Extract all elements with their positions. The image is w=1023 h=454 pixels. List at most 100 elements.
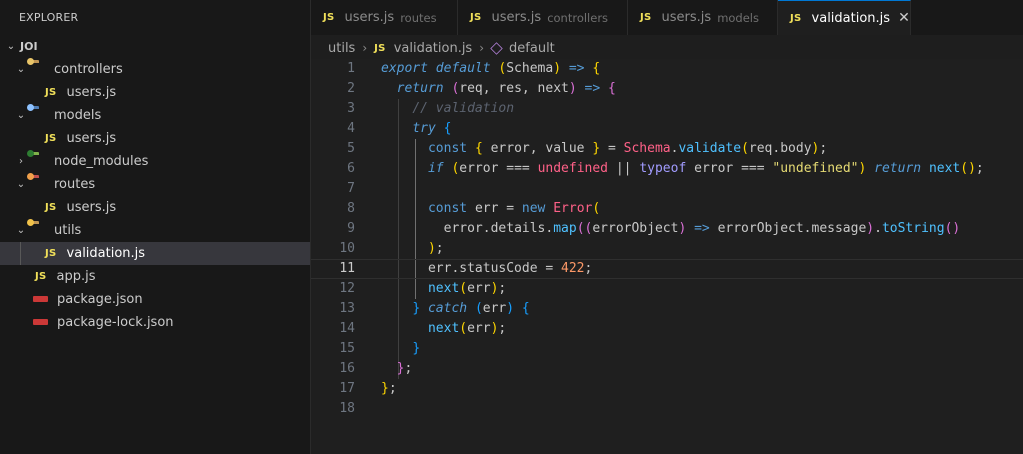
tree-root-label: JOI bbox=[20, 40, 38, 53]
tree-file-controllers-users[interactable]: JS users.js bbox=[0, 81, 310, 104]
folder-controllers-icon bbox=[27, 57, 48, 77]
line-number: 1 bbox=[347, 61, 355, 76]
code-line-7: 7 bbox=[311, 179, 1023, 199]
code-line-1: 1 export default (Schema) => { bbox=[311, 59, 1023, 79]
folder-node-icon bbox=[27, 149, 48, 169]
js-file-icon: JS bbox=[323, 12, 335, 23]
line-number: 17 bbox=[339, 381, 355, 396]
breadcrumb: utils › JS validation.js › default bbox=[311, 37, 555, 59]
tab-label: validation.js bbox=[811, 10, 891, 26]
tree-item-label: validation.js bbox=[66, 246, 146, 261]
code-editor[interactable]: 1 export default (Schema) => { 2 return (… bbox=[311, 59, 1023, 454]
line-number: 9 bbox=[347, 221, 355, 236]
tree-folder-routes[interactable]: ⌄ routes bbox=[0, 172, 310, 196]
editor-tab-bar: JS users.js routes JS users.js controlle… bbox=[311, 0, 1023, 35]
code-line-2: 2 return (req, res, next) => { bbox=[311, 79, 1023, 99]
line-number: 15 bbox=[339, 341, 355, 356]
js-file-icon: JS bbox=[790, 12, 802, 24]
explorer-title: EXPLORER bbox=[19, 11, 79, 24]
code-line-17: 17}; bbox=[311, 379, 1023, 399]
chevron-down-icon: ⌄ bbox=[16, 225, 26, 236]
indent-guide bbox=[20, 242, 21, 265]
tree-item-label: users.js bbox=[66, 200, 117, 215]
line-number: 3 bbox=[347, 101, 355, 116]
code-line-11-current: 11 err.statusCode = 422; bbox=[311, 259, 1023, 279]
code-line-10: 10 ); bbox=[311, 239, 1023, 259]
code-line-15: 15 } bbox=[311, 339, 1023, 359]
symbol-cube-icon bbox=[490, 41, 503, 55]
line-number: 6 bbox=[347, 161, 355, 176]
tree-folder-node-modules[interactable]: › node_modules bbox=[0, 149, 310, 173]
line-number: 11 bbox=[339, 261, 355, 276]
tree-folder-utils[interactable]: ⌄ utils bbox=[0, 218, 310, 242]
tree-item-label: users.js bbox=[66, 85, 117, 100]
code-line-16: 16 }; bbox=[311, 359, 1023, 379]
code-line-18: 18 bbox=[311, 399, 1023, 419]
explorer-sidebar: EXPLORER ⌄ JOI ⌄ controllers JS users.js… bbox=[0, 0, 311, 454]
tree-root-joi[interactable]: ⌄ JOI bbox=[0, 35, 310, 58]
line-number: 4 bbox=[347, 121, 355, 136]
tree-item-label: utils bbox=[54, 223, 82, 238]
tab-users-models[interactable]: JS users.js models bbox=[628, 0, 778, 35]
line-number: 5 bbox=[347, 141, 355, 156]
tab-users-routes[interactable]: JS users.js routes bbox=[311, 0, 458, 35]
js-file-icon: JS bbox=[640, 12, 652, 23]
code-line-14: 14 next(err); bbox=[311, 319, 1023, 339]
code-line-6: 6 if (error === undefined || typeof erro… bbox=[311, 159, 1023, 179]
tab-validation-active[interactable]: JS validation.js ✕ bbox=[778, 0, 911, 35]
tree-item-label: users.js bbox=[66, 131, 117, 146]
folder-models-icon bbox=[27, 103, 48, 123]
js-file-icon: JS bbox=[374, 42, 386, 54]
tab-users-controllers[interactable]: JS users.js controllers bbox=[458, 0, 628, 35]
code-line-12: 12 next(err); bbox=[311, 279, 1023, 299]
tree-item-label: routes bbox=[54, 177, 96, 192]
js-file-icon: JS bbox=[45, 133, 57, 144]
code-line-5: 5 const { error, value } = Schema.valida… bbox=[311, 139, 1023, 159]
tree-file-models-users[interactable]: JS users.js bbox=[0, 127, 310, 150]
line-number: 12 bbox=[339, 281, 355, 296]
js-file-icon: JS bbox=[45, 87, 57, 98]
line-number: 8 bbox=[347, 201, 355, 216]
code-line-9: 9 error.details.map((errorObject) => err… bbox=[311, 219, 1023, 239]
tree-folder-models[interactable]: ⌄ models bbox=[0, 103, 310, 127]
line-number: 14 bbox=[339, 321, 355, 336]
folder-routes-icon bbox=[27, 172, 48, 192]
npm-icon bbox=[33, 316, 49, 330]
code-line-4: 4 try { bbox=[311, 119, 1023, 139]
tab-label: users.js bbox=[491, 10, 542, 25]
tree-file-validation-selected[interactable]: JS validation.js bbox=[0, 242, 310, 265]
breadcrumb-file[interactable]: validation.js bbox=[394, 41, 473, 56]
tree-item-label: package.json bbox=[57, 292, 143, 307]
tab-description: controllers bbox=[547, 10, 609, 25]
tree-item-label: models bbox=[54, 108, 102, 123]
line-number: 16 bbox=[339, 361, 355, 376]
tree-item-label: node_modules bbox=[54, 154, 149, 169]
js-file-icon: JS bbox=[35, 271, 47, 282]
tree-folder-controllers[interactable]: ⌄ controllers bbox=[0, 57, 310, 81]
breadcrumb-folder[interactable]: utils bbox=[328, 41, 355, 56]
js-file-icon: JS bbox=[45, 248, 57, 259]
chevron-right-icon: › bbox=[479, 41, 485, 55]
js-file-icon: JS bbox=[45, 202, 57, 213]
js-file-icon: JS bbox=[470, 12, 482, 23]
tree-item-label: package-lock.json bbox=[57, 315, 174, 330]
npm-icon bbox=[33, 293, 49, 307]
breadcrumb-symbol[interactable]: default bbox=[509, 41, 555, 56]
tree-item-label: controllers bbox=[54, 62, 123, 77]
tree-file-package-lock[interactable]: package-lock.json bbox=[0, 311, 310, 334]
chevron-down-icon: ⌄ bbox=[6, 41, 16, 52]
tree-file-package-json[interactable]: package.json bbox=[0, 288, 310, 311]
line-number: 10 bbox=[339, 241, 355, 256]
close-icon[interactable]: ✕ bbox=[898, 10, 910, 26]
tab-description: routes bbox=[400, 10, 437, 25]
line-number: 13 bbox=[339, 301, 355, 316]
code-line-13: 13 } catch (err) { bbox=[311, 299, 1023, 319]
tree-file-app[interactable]: JS app.js bbox=[0, 265, 310, 288]
code-line-3: 3 // validation bbox=[311, 99, 1023, 119]
tab-label: users.js bbox=[344, 10, 395, 25]
tree-item-label: app.js bbox=[56, 269, 96, 284]
line-number: 18 bbox=[339, 401, 355, 416]
line-number: 2 bbox=[347, 81, 355, 96]
folder-utils-icon bbox=[27, 218, 48, 238]
tree-file-routes-users[interactable]: JS users.js bbox=[0, 196, 310, 219]
